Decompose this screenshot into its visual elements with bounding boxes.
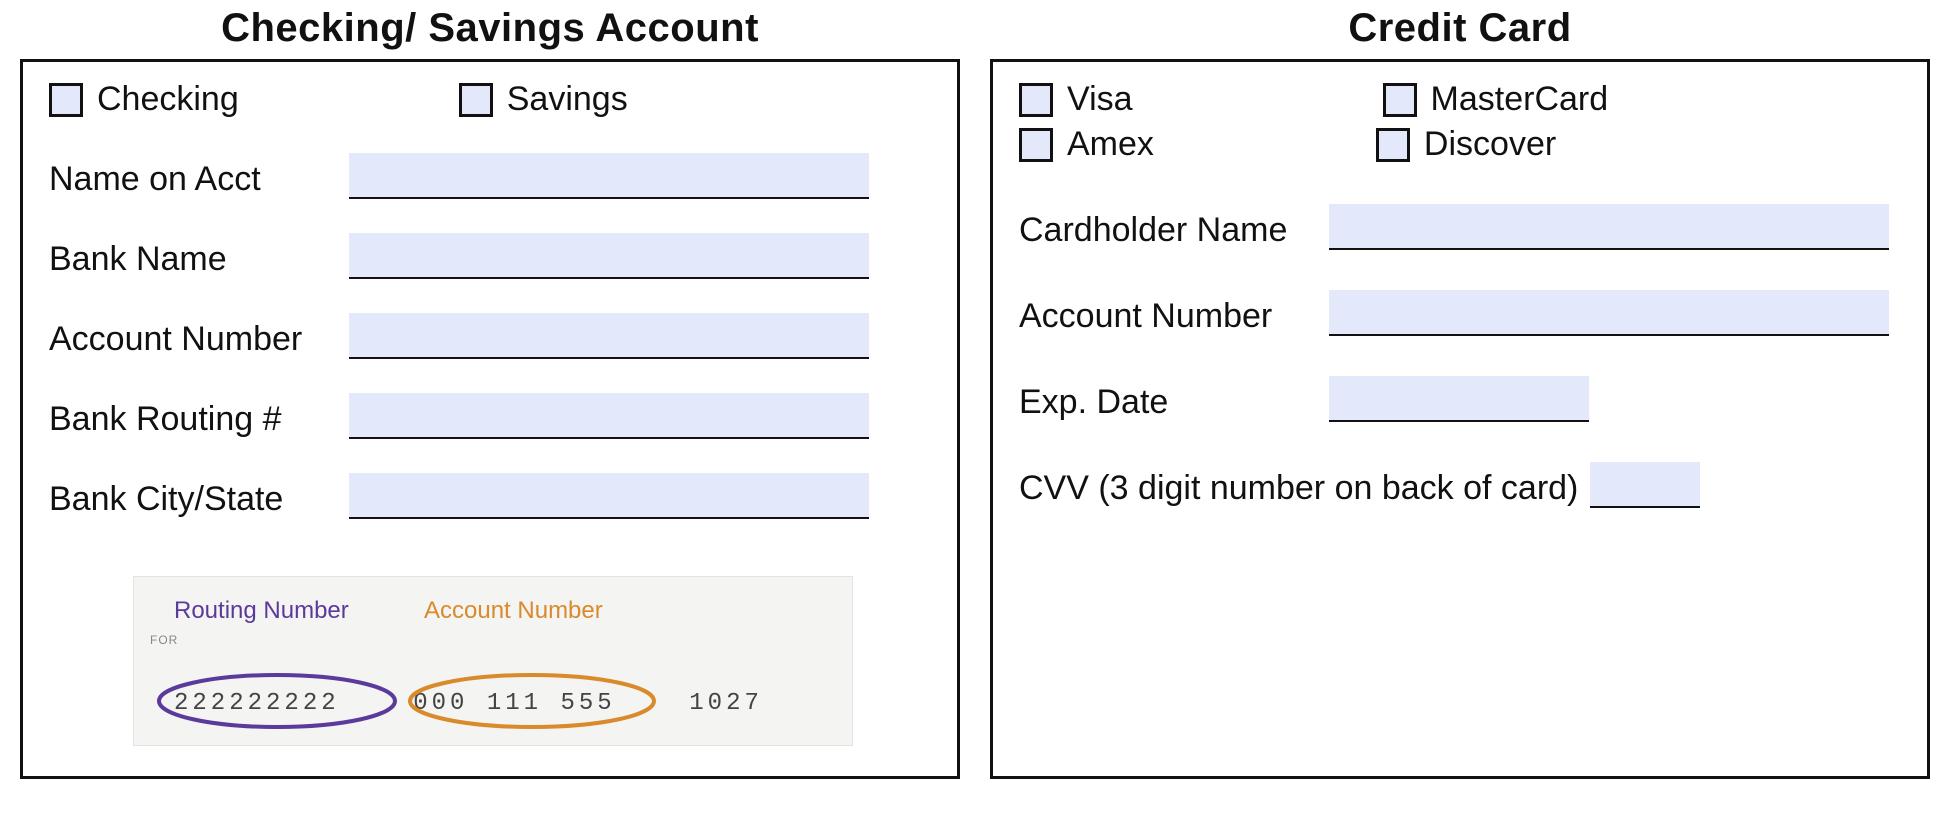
- mastercard-label: MasterCard: [1431, 80, 1609, 119]
- bank-routing-label: Bank Routing #: [49, 400, 349, 439]
- routing-number-caption: Routing Number: [174, 597, 349, 625]
- name-on-acct-row: Name on Acct: [49, 153, 931, 199]
- checking-option[interactable]: Checking: [49, 80, 239, 119]
- check-for-label: FOR: [150, 633, 178, 647]
- cardholder-name-label: Cardholder Name: [1019, 211, 1329, 250]
- payment-form-page: Checking/ Savings Account Checking Savin…: [0, 0, 1952, 818]
- bank-routing-row: Bank Routing #: [49, 393, 931, 439]
- account-number-input[interactable]: [349, 313, 869, 359]
- account-type-row: Checking Savings: [49, 80, 931, 119]
- sample-check-illustration: Routing Number Account Number FOR 222222…: [133, 576, 853, 746]
- cardholder-name-input[interactable]: [1329, 204, 1889, 250]
- account-ellipse-icon: [402, 671, 662, 731]
- cvv-row: CVV (3 digit number on back of card): [1019, 462, 1901, 508]
- card-type-row-1: Visa MasterCard: [1019, 80, 1901, 119]
- card-account-number-label: Account Number: [1019, 297, 1329, 336]
- visa-label: Visa: [1067, 80, 1133, 119]
- exp-date-label: Exp. Date: [1019, 383, 1329, 422]
- exp-date-row: Exp. Date: [1019, 376, 1901, 422]
- checking-savings-panel: Checking Savings Name on Acct Bank Name …: [20, 59, 960, 779]
- checking-savings-title: Checking/ Savings Account: [20, 6, 960, 51]
- savings-label: Savings: [507, 80, 628, 119]
- name-on-acct-input[interactable]: [349, 153, 869, 199]
- visa-option[interactable]: Visa: [1019, 80, 1133, 119]
- cvv-input[interactable]: [1590, 462, 1700, 508]
- bank-city-state-row: Bank City/State: [49, 473, 931, 519]
- credit-card-column: Credit Card Visa MasterCard Amex: [990, 0, 1930, 779]
- exp-date-input[interactable]: [1329, 376, 1589, 422]
- bank-city-state-label: Bank City/State: [49, 480, 349, 519]
- cardholder-name-row: Cardholder Name: [1019, 204, 1901, 250]
- mastercard-checkbox[interactable]: [1383, 83, 1417, 117]
- savings-checkbox[interactable]: [459, 83, 493, 117]
- amex-checkbox[interactable]: [1019, 128, 1053, 162]
- amex-option[interactable]: Amex: [1019, 125, 1154, 164]
- card-account-number-row: Account Number: [1019, 290, 1901, 336]
- amex-label: Amex: [1067, 125, 1154, 164]
- discover-label: Discover: [1424, 125, 1556, 164]
- account-number-label: Account Number: [49, 320, 349, 359]
- bank-name-label: Bank Name: [49, 240, 349, 279]
- routing-ellipse-icon: [152, 671, 402, 731]
- discover-checkbox[interactable]: [1376, 128, 1410, 162]
- discover-option[interactable]: Discover: [1376, 125, 1556, 164]
- mastercard-option[interactable]: MasterCard: [1383, 80, 1609, 119]
- visa-checkbox[interactable]: [1019, 83, 1053, 117]
- card-type-row-2: Amex Discover: [1019, 125, 1901, 164]
- checking-savings-column: Checking/ Savings Account Checking Savin…: [20, 0, 960, 779]
- check-number-digits: 1027: [689, 690, 763, 717]
- credit-card-panel: Visa MasterCard Amex Discover Cardhol: [990, 59, 1930, 779]
- bank-routing-input[interactable]: [349, 393, 869, 439]
- account-number-caption: Account Number: [424, 597, 603, 625]
- credit-card-title: Credit Card: [990, 6, 1930, 51]
- bank-city-state-input[interactable]: [349, 473, 869, 519]
- cvv-label: CVV (3 digit number on back of card): [1019, 469, 1578, 508]
- bank-name-row: Bank Name: [49, 233, 931, 279]
- savings-option[interactable]: Savings: [459, 80, 628, 119]
- card-account-number-input[interactable]: [1329, 290, 1889, 336]
- account-number-row: Account Number: [49, 313, 931, 359]
- bank-name-input[interactable]: [349, 233, 869, 279]
- name-on-acct-label: Name on Acct: [49, 160, 349, 199]
- checking-label: Checking: [97, 80, 239, 119]
- checking-checkbox[interactable]: [49, 83, 83, 117]
